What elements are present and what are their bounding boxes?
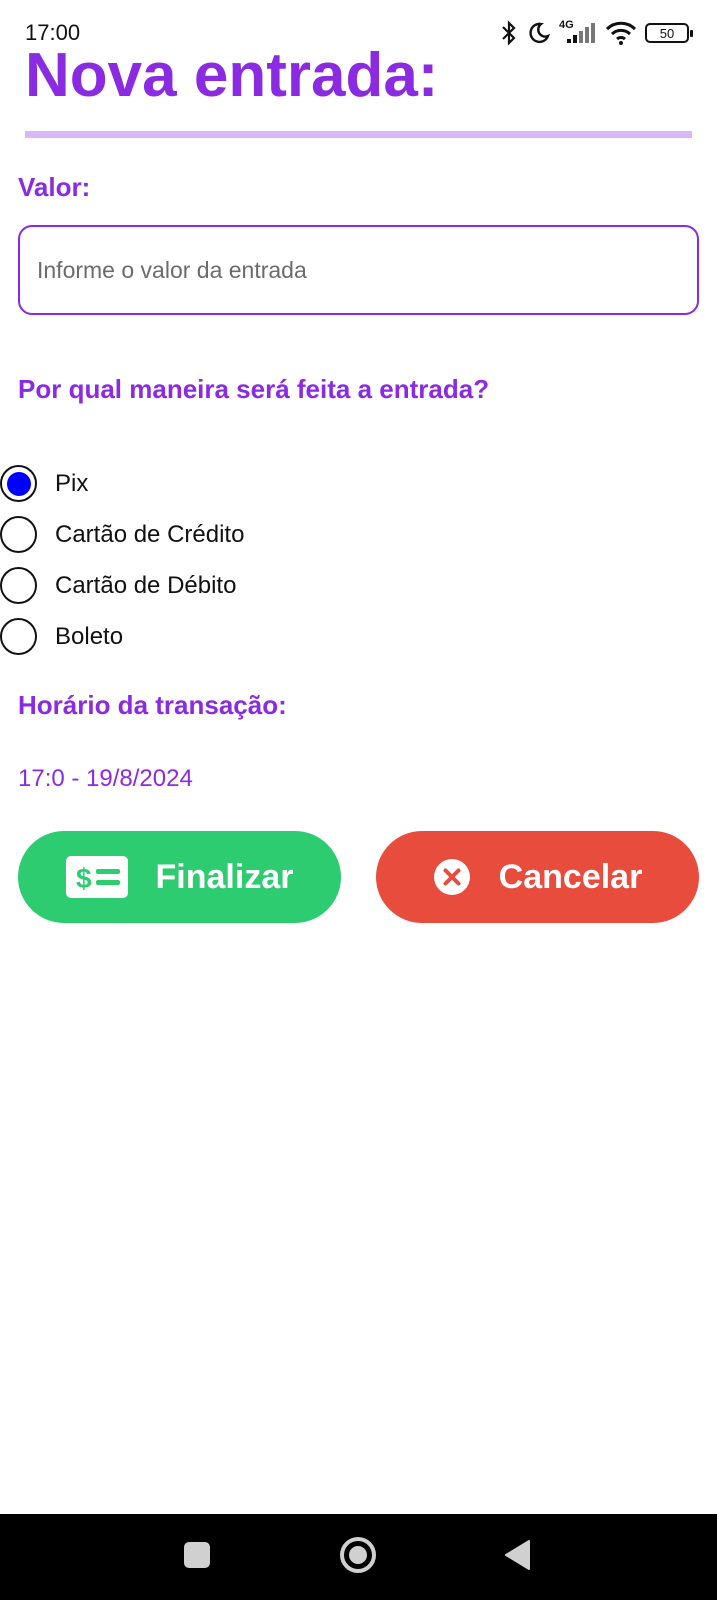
cancel-button[interactable]: Cancelar [376, 831, 699, 923]
close-circle-icon [433, 858, 471, 896]
payment-method-label: Por qual maneira será feita a entrada? [18, 374, 490, 404]
recents-button[interactable] [183, 1514, 211, 1600]
value-input[interactable] [37, 256, 697, 284]
radio-label: Cartão de Débito [55, 571, 237, 599]
back-icon [503, 1539, 531, 1576]
radio-label: Cartão de Crédito [55, 520, 245, 548]
svg-text:$: $ [76, 863, 92, 894]
radio-button[interactable] [0, 567, 37, 604]
payment-method-radio-group: Pix Cartão de Crédito Cartão de Débito B… [0, 458, 244, 662]
radio-button[interactable] [0, 516, 37, 553]
radio-label: Pix [55, 469, 89, 497]
signal-icon: 4G [559, 19, 597, 47]
finalize-button[interactable]: $ Finalizar [18, 831, 341, 923]
system-nav-bar [0, 1514, 717, 1600]
radio-button[interactable] [0, 465, 37, 502]
screen: 17:00 4G 50 Nova entrada: Valor: Informe… [0, 0, 717, 1600]
radio-option-debit-card[interactable]: Cartão de Débito [0, 560, 244, 611]
value-input-container[interactable] [18, 225, 699, 315]
money-bill-icon: $ [65, 856, 128, 898]
value-label: Valor: [18, 172, 91, 202]
home-button[interactable] [339, 1514, 377, 1600]
wifi-icon [605, 20, 637, 46]
home-icon [339, 1536, 377, 1579]
title-divider [25, 131, 692, 138]
transaction-time-label: Horário da transação: [18, 690, 287, 720]
radio-button[interactable] [0, 618, 37, 655]
radio-label: Boleto [55, 622, 124, 650]
moon-icon [527, 21, 551, 45]
battery-icon: 50 [645, 23, 693, 43]
back-button[interactable] [503, 1514, 531, 1600]
transaction-timestamp: 17:0 - 19/8/2024 [18, 765, 193, 792]
radio-option-credit-card[interactable]: Cartão de Crédito [0, 509, 244, 560]
finalize-label: Finalizar [155, 857, 294, 896]
page-title: Nova entrada: [25, 41, 439, 110]
radio-selected-dot [6, 471, 31, 496]
recents-icon [183, 1541, 211, 1574]
status-icons: 4G 50 [499, 18, 693, 48]
radio-option-boleto[interactable]: Boleto [0, 611, 244, 662]
cancel-label: Cancelar [498, 857, 643, 896]
bluetooth-icon [499, 20, 519, 46]
radio-option-pix[interactable]: Pix [0, 458, 244, 509]
